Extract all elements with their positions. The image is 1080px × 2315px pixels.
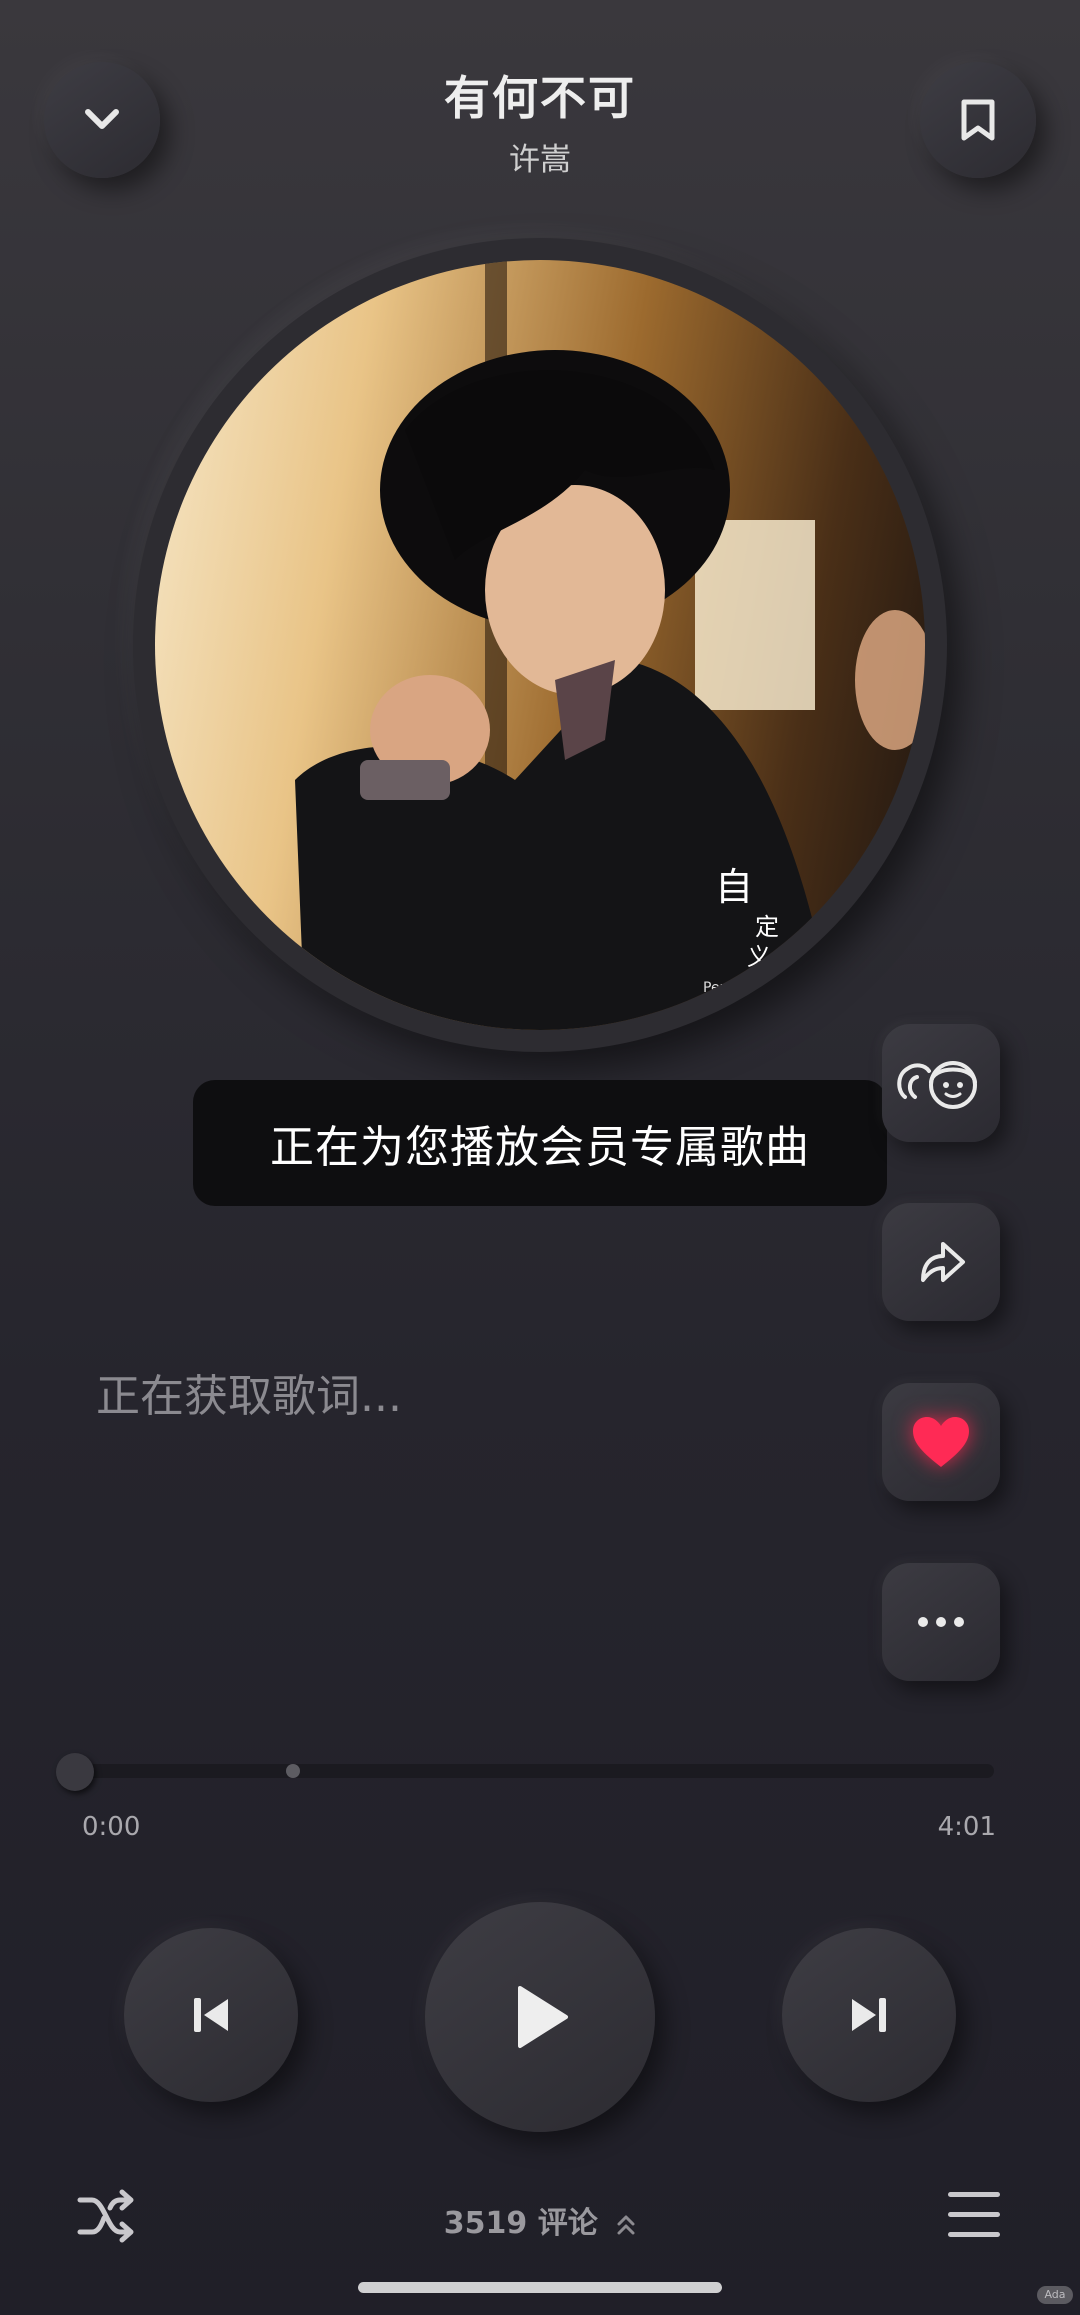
comments-label: 评论 [537,2206,598,2241]
artist-name[interactable]: 许嵩 [0,134,1080,179]
playlist-button[interactable] [946,2188,1002,2242]
song-title: 有何不可 [444,71,636,125]
cover-text-2: 定 [755,913,779,941]
like-button[interactable] [882,1383,1000,1501]
progress-knob[interactable] [56,1753,94,1791]
skip-previous-icon [194,1998,228,2032]
play-icon [518,1986,568,2048]
more-button[interactable] [882,1563,1000,1681]
cover-text-4: Perso [703,980,741,996]
more-icon [918,1617,964,1627]
skip-next-icon [852,1998,886,2032]
total-time: 4:01 [937,1812,996,1842]
bookmark-button[interactable] [920,62,1036,178]
cover-text-3: 义 [747,943,771,971]
listen-together-icon [897,1061,977,1109]
lyrics-status[interactable]: 正在获取歌词... [96,1360,402,1424]
bookmark-icon [961,99,995,141]
chevron-up-double-icon [617,2215,635,2234]
current-time: 0:00 [82,1812,141,1842]
heart-icon [913,1417,969,1467]
previous-button[interactable] [124,1928,298,2102]
menu-list-icon [948,2192,1000,2237]
album-cover: 自 定 义 Perso [155,260,925,1030]
comments-count: 3519 [443,2206,528,2241]
listen-together-button[interactable] [882,1024,1000,1142]
album-disc[interactable]: 自 定 义 Perso [133,238,947,1052]
toast-message: 正在为您播放会员专属歌曲 [193,1080,887,1206]
album-cover-art: 自 定 义 Perso [295,260,925,1030]
play-button[interactable] [425,1902,655,2132]
watermark-badge: Ada [1037,2286,1073,2304]
next-button[interactable] [782,1928,956,2102]
share-icon [921,1242,965,1282]
progress-track[interactable] [72,1764,994,1778]
share-button[interactable] [882,1203,1000,1321]
home-indicator[interactable] [358,2282,722,2293]
cover-text-1: 自 [715,865,753,909]
comments-link[interactable]: 3519 评论 [0,2198,1080,2242]
